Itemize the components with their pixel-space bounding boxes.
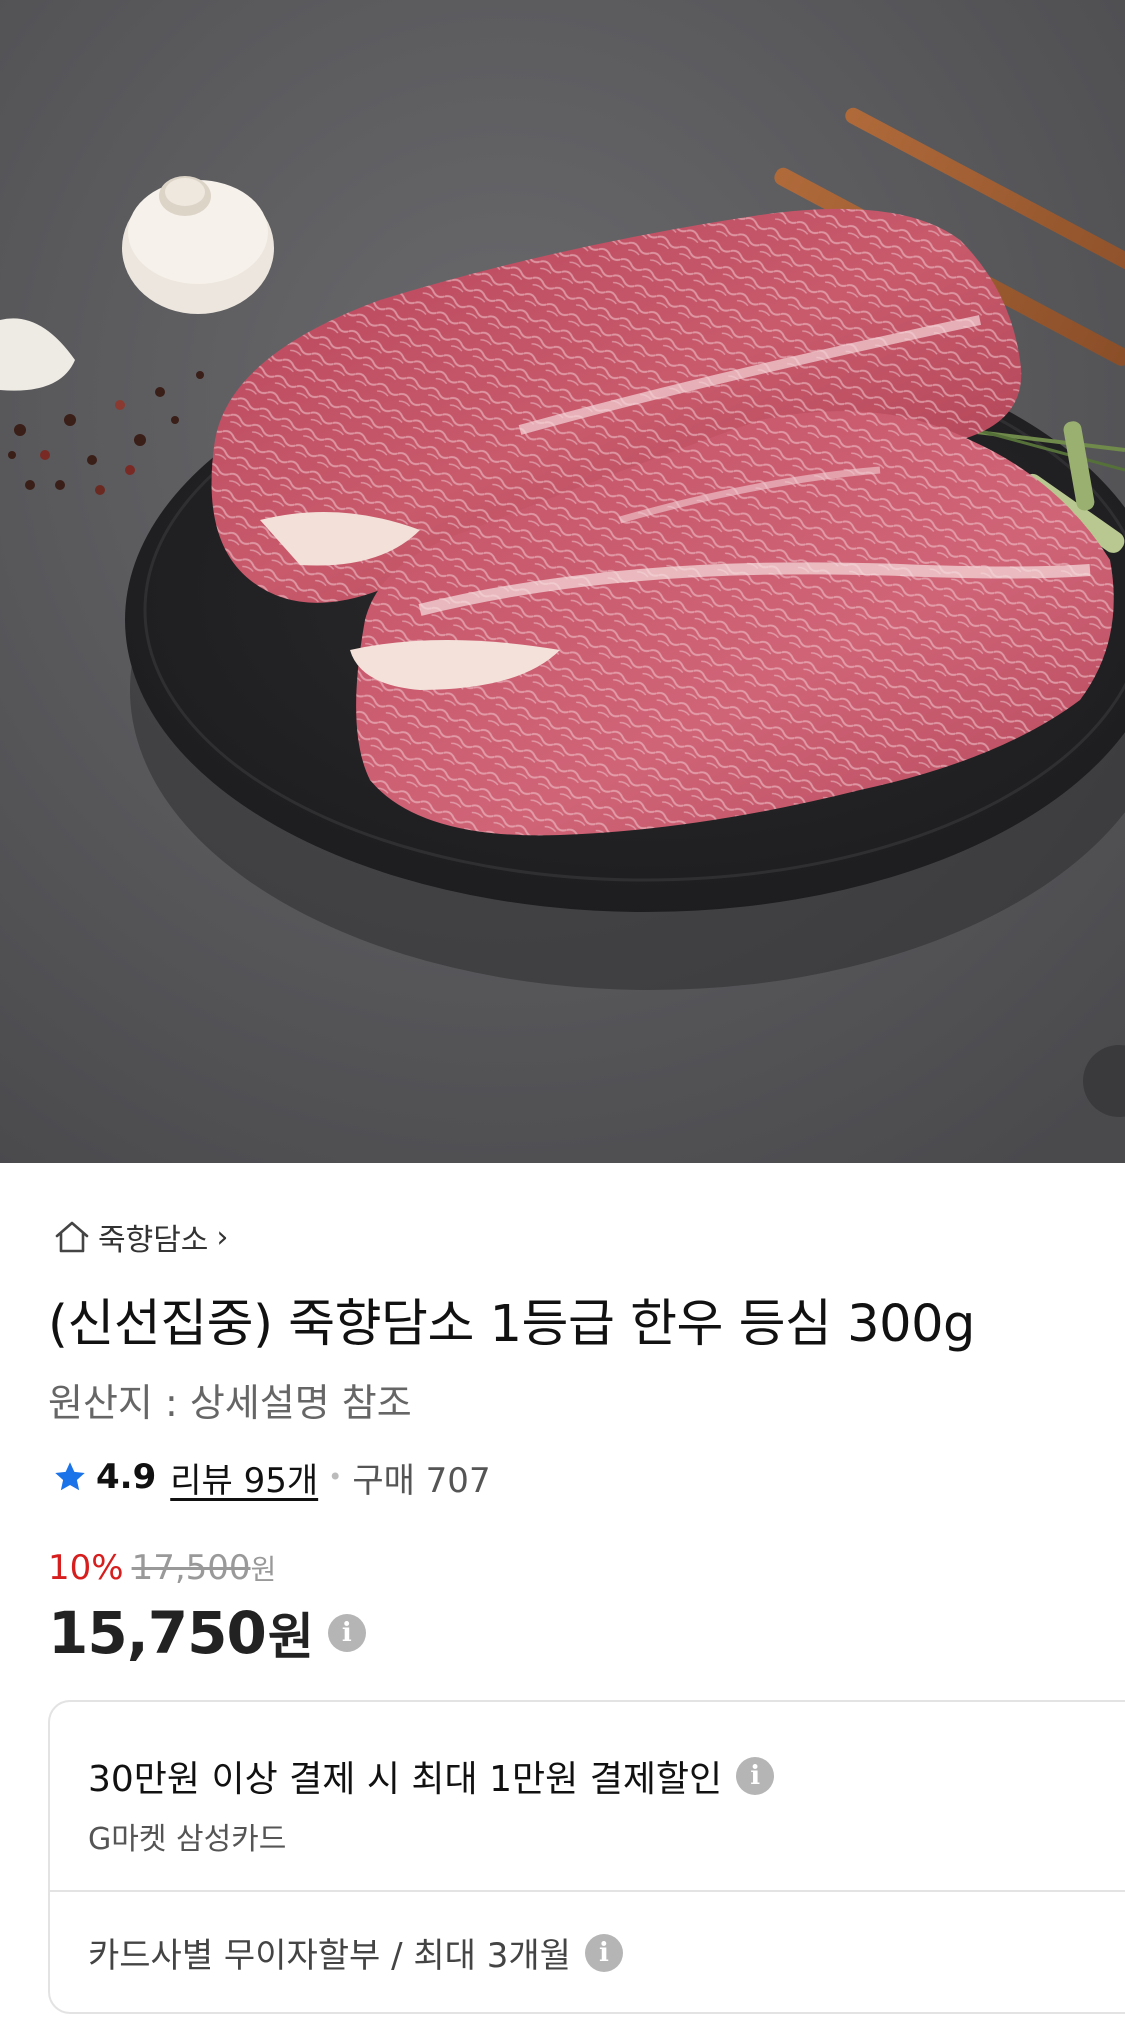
chevron-right-icon: ›: [216, 1219, 229, 1255]
price-row: 15,750 원 i: [48, 1598, 366, 1668]
benefit-divider: [50, 1890, 1125, 1892]
installment-text: 카드사별 무이자할부 / 최대 3개월: [88, 1936, 571, 1976]
card-discount-title: 30만원 이상 결제 시 최대 1만원 결제할인: [88, 1759, 723, 1800]
shop-link[interactable]: 죽향담소 ›: [52, 1216, 228, 1258]
original-price: 17,500: [131, 1548, 251, 1588]
home-icon: [52, 1217, 92, 1257]
product-photo: [0, 0, 1125, 1163]
product-image[interactable]: [0, 0, 1125, 1163]
product-origin: 원산지 : 상세설명 참조: [48, 1381, 412, 1425]
card-discount-sub: G마켓 삼성카드: [88, 1822, 287, 1857]
installment-benefit[interactable]: 카드사별 무이자할부 / 최대 3개월 i: [88, 1928, 623, 1977]
separator-dot: •: [328, 1463, 343, 1491]
discount-rate: 10%: [48, 1548, 124, 1588]
rating-row: 4.9 리뷰 95개 • 구매 707: [52, 1452, 491, 1502]
benefit-box: 30만원 이상 결제 시 최대 1만원 결제할인 i G마켓 삼성카드 카드사별…: [48, 1700, 1125, 2014]
sale-price: 15,750: [48, 1599, 267, 1667]
shop-name: 죽향담소: [98, 1223, 209, 1258]
discount-row: 10% 17,500 원: [48, 1548, 276, 1594]
price-info-icon[interactable]: i: [327, 1614, 366, 1652]
original-price-unit: 원: [250, 1553, 277, 1586]
card-discount-info-icon[interactable]: i: [736, 1757, 775, 1795]
review-count-link[interactable]: 리뷰 95개: [170, 1453, 318, 1502]
star-icon: [52, 1459, 88, 1495]
product-title: (신선집중) 죽향담소 1등급 한우 등심 300g: [48, 1295, 975, 1354]
purchase-count: 구매 707: [352, 1460, 491, 1501]
card-discount-benefit[interactable]: 30만원 이상 결제 시 최대 1만원 결제할인 i: [88, 1750, 775, 1802]
sale-price-unit: 원: [267, 1608, 314, 1666]
installment-info-icon[interactable]: i: [584, 1933, 623, 1972]
rating-score: 4.9: [96, 1457, 157, 1497]
